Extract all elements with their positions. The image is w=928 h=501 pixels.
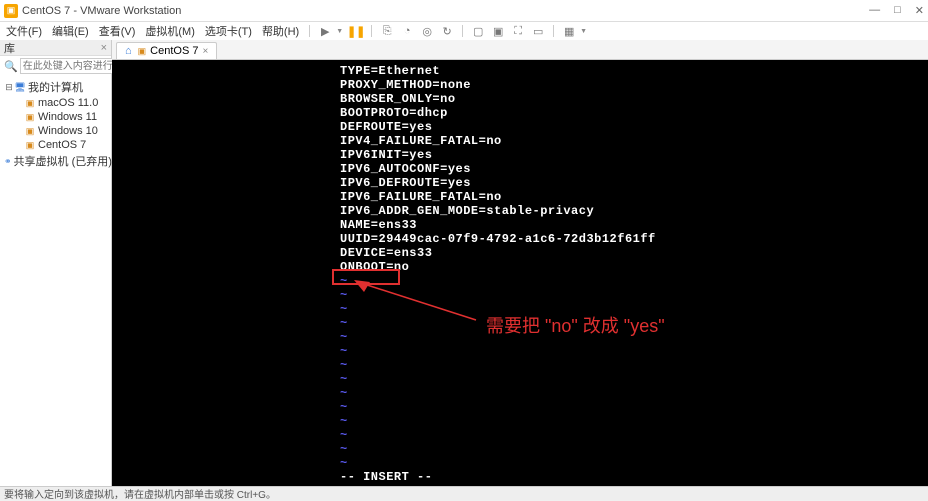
tree-vm-win10[interactable]: ▣Windows 10	[0, 124, 111, 138]
fullscreen-icon[interactable]: ⛶	[511, 24, 525, 38]
tree-shared-vms[interactable]: ⚭共享虚拟机 (已弃用)	[0, 152, 111, 170]
tree-my-computer[interactable]: ⊟🖥我的计算机	[0, 78, 111, 96]
separator	[553, 25, 554, 37]
tab-bar: ⌂ ▣ CentOS 7 ×	[112, 40, 928, 60]
sidebar-header: 库 ×	[0, 40, 111, 56]
settings-icon[interactable]: ↻	[440, 24, 454, 38]
window-controls: — □ ✕	[869, 4, 924, 17]
home-icon[interactable]: ⌂	[125, 45, 132, 57]
menu-help[interactable]: 帮助(H)	[260, 23, 301, 39]
tree-vm-macos[interactable]: ▣macOS 11.0	[0, 96, 111, 110]
close-window-button[interactable]: ✕	[915, 4, 924, 17]
menu-view[interactable]: 查看(V)	[97, 23, 138, 39]
fit-icon[interactable]: ▢	[471, 24, 485, 38]
minimize-button[interactable]: —	[869, 4, 880, 17]
tab-close-icon[interactable]: ×	[202, 46, 208, 57]
separator	[462, 25, 463, 37]
menu-toolbar: 文件(F) 编辑(E) 查看(V) 虚拟机(M) 选项卡(T) 帮助(H) ▶ ▼…	[0, 22, 928, 40]
menu-vm[interactable]: 虚拟机(M)	[143, 23, 197, 39]
vm-console[interactable]: TYPE=EthernetPROXY_METHOD=noneBROWSER_ON…	[112, 60, 928, 486]
dropdown-caret-icon[interactable]: ▼	[580, 28, 587, 35]
app-icon: ▣	[4, 4, 18, 18]
window-title: CentOS 7 - VMware Workstation	[22, 5, 869, 17]
tree-vm-win11[interactable]: ▣Windows 11	[0, 110, 111, 124]
tree-label: 共享虚拟机 (已弃用)	[14, 153, 112, 169]
tree-label: Windows 10	[38, 125, 98, 137]
sidebar-title: 库	[4, 40, 15, 56]
separator	[309, 25, 310, 37]
pause-icon[interactable]: ❚❚	[349, 24, 363, 38]
window-titlebar: ▣ CentOS 7 - VMware Workstation — □ ✕	[0, 0, 928, 22]
annotation-text: 需要把 "no" 改成 "yes"	[486, 312, 665, 338]
clock-icon[interactable]: ◔	[400, 24, 414, 38]
search-icon: 🔍	[4, 60, 18, 73]
terminal-text: TYPE=EthernetPROXY_METHOD=noneBROWSER_ON…	[112, 64, 656, 484]
tree-label: macOS 11.0	[38, 97, 98, 109]
unity-icon[interactable]: ▣	[491, 24, 505, 38]
library-sidebar: 库 × 🔍 ▼ ⊟🖥我的计算机 ▣macOS 11.0 ▣Windows 11 …	[0, 40, 112, 486]
tab-centos[interactable]: ⌂ ▣ CentOS 7 ×	[116, 42, 217, 59]
status-bar: 要将输入定向到该虚拟机，请在虚拟机内部单击或按 Ctrl+G。	[0, 486, 928, 500]
power-dropdown-icon[interactable]: ▶	[318, 24, 332, 38]
sidebar-close-icon[interactable]: ×	[101, 42, 107, 54]
vm-tab-icon: ▣	[138, 46, 147, 57]
layout-icon[interactable]: ▦	[562, 24, 576, 38]
multimon-icon[interactable]: ▭	[531, 24, 545, 38]
send-icon[interactable]: ⎘	[380, 24, 394, 38]
menu-edit[interactable]: 编辑(E)	[50, 23, 91, 39]
menu-tabs[interactable]: 选项卡(T)	[203, 23, 254, 39]
tab-label: CentOS 7	[150, 45, 198, 57]
tree-label: CentOS 7	[38, 139, 86, 151]
tree-vm-centos[interactable]: ▣CentOS 7	[0, 138, 111, 152]
snapshot-icon[interactable]: ◎	[420, 24, 434, 38]
content-area: ⌂ ▣ CentOS 7 × TYPE=EthernetPROXY_METHOD…	[112, 40, 928, 486]
menu-file[interactable]: 文件(F)	[4, 23, 44, 39]
maximize-button[interactable]: □	[894, 4, 901, 17]
tree-label: 我的计算机	[28, 79, 83, 95]
dropdown-caret-icon[interactable]: ▼	[336, 28, 343, 35]
separator	[371, 25, 372, 37]
status-text: 要将输入定向到该虚拟机，请在虚拟机内部单击或按 Ctrl+G。	[4, 486, 276, 501]
tree-label: Windows 11	[38, 111, 97, 123]
sidebar-search: 🔍 ▼	[0, 56, 111, 76]
vm-tree: ⊟🖥我的计算机 ▣macOS 11.0 ▣Windows 11 ▣Windows…	[0, 76, 111, 172]
